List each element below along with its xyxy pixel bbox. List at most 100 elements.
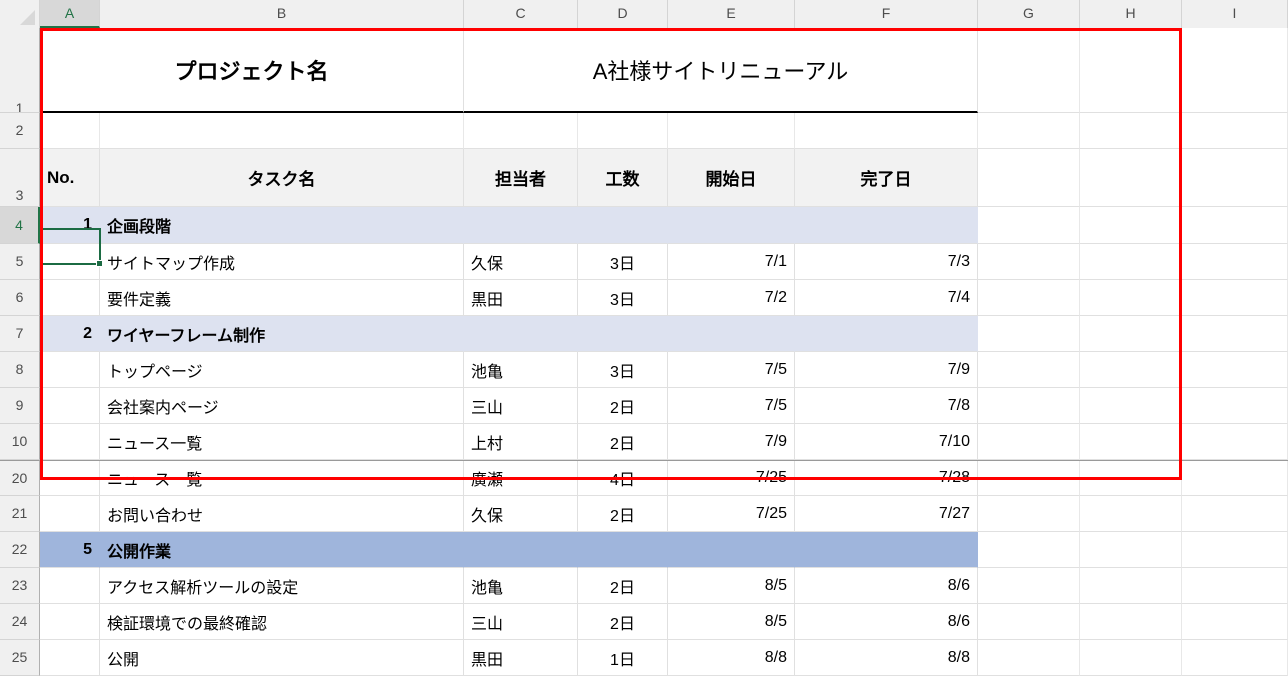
cell-start[interactable] — [668, 316, 795, 352]
cell-assignee[interactable]: 廣瀬 — [464, 461, 578, 496]
cell-task[interactable]: 検証環境での最終確認 — [100, 604, 464, 640]
table-header-end[interactable]: 完了日 — [795, 149, 978, 207]
cell-assignee[interactable]: 久保 — [464, 496, 578, 532]
cell-i3[interactable] — [1182, 149, 1288, 207]
column-header-c[interactable]: C — [464, 0, 578, 28]
cell-assignee[interactable]: 上村 — [464, 424, 578, 460]
cell-end[interactable]: 7/8 — [795, 388, 978, 424]
select-all-corner[interactable] — [0, 0, 40, 28]
cell-start[interactable] — [668, 207, 795, 244]
cell-end[interactable]: 8/8 — [795, 640, 978, 676]
cell-task[interactable]: ニュース一覧 — [100, 461, 464, 496]
row-header-8[interactable]: 8 — [0, 352, 40, 388]
cell-empty-g4[interactable] — [978, 207, 1080, 244]
cell-empty-i24[interactable] — [1182, 604, 1288, 640]
cell-empty-h20[interactable] — [1080, 461, 1182, 496]
cell-effort[interactable] — [578, 316, 668, 352]
cell-empty-i7[interactable] — [1182, 316, 1288, 352]
cell-end[interactable] — [795, 532, 978, 568]
cell-no[interactable] — [40, 388, 100, 424]
row-header-1[interactable]: 1 — [0, 28, 40, 113]
cell-assignee[interactable] — [464, 532, 578, 568]
cell-h1[interactable] — [1080, 28, 1182, 113]
row-header-4[interactable]: 4 — [0, 207, 40, 244]
row-header-21[interactable]: 21 — [0, 496, 40, 532]
column-header-g[interactable]: G — [978, 0, 1080, 28]
cell-no[interactable] — [40, 640, 100, 676]
cell-empty-g20[interactable] — [978, 461, 1080, 496]
table-header-no[interactable]: No. — [40, 149, 100, 207]
cell-assignee[interactable]: 黒田 — [464, 280, 578, 316]
cell-task[interactable]: 要件定義 — [100, 280, 464, 316]
cell-effort[interactable]: 2日 — [578, 424, 668, 460]
cell-empty-i9[interactable] — [1182, 388, 1288, 424]
cell-assignee[interactable]: 久保 — [464, 244, 578, 280]
cell-empty-g24[interactable] — [978, 604, 1080, 640]
cell-no[interactable] — [40, 568, 100, 604]
cell-a2[interactable] — [40, 113, 100, 149]
cell-empty-i4[interactable] — [1182, 207, 1288, 244]
cell-assignee[interactable]: 池亀 — [464, 568, 578, 604]
cell-task[interactable]: アクセス解析ツールの設定 — [100, 568, 464, 604]
cell-task[interactable]: お問い合わせ — [100, 496, 464, 532]
cell-assignee[interactable] — [464, 316, 578, 352]
cell-task[interactable]: ワイヤーフレーム制作 — [100, 316, 464, 352]
column-header-d[interactable]: D — [578, 0, 668, 28]
cell-effort[interactable]: 3日 — [578, 280, 668, 316]
cell-task[interactable]: 公開 — [100, 640, 464, 676]
cell-no[interactable] — [40, 496, 100, 532]
cell-empty-g21[interactable] — [978, 496, 1080, 532]
row-header-22[interactable]: 22 — [0, 532, 40, 568]
column-header-b[interactable]: B — [100, 0, 464, 28]
project-name-value[interactable]: A社様サイトリニューアル — [464, 28, 978, 113]
row-header-20[interactable]: 20 — [0, 460, 40, 496]
row-header-25[interactable]: 25 — [0, 640, 40, 676]
cell-task[interactable]: 会社案内ページ — [100, 388, 464, 424]
table-header-start[interactable]: 開始日 — [668, 149, 795, 207]
row-header-5[interactable]: 5 — [0, 244, 40, 280]
cell-e2[interactable] — [668, 113, 795, 149]
cell-start[interactable]: 7/9 — [668, 424, 795, 460]
column-header-f[interactable]: F — [795, 0, 978, 28]
cell-empty-i20[interactable] — [1182, 461, 1288, 496]
cell-start[interactable]: 7/5 — [668, 388, 795, 424]
cell-empty-h7[interactable] — [1080, 316, 1182, 352]
cell-empty-g25[interactable] — [978, 640, 1080, 676]
cell-end[interactable]: 8/6 — [795, 568, 978, 604]
spreadsheet-grid[interactable]: A B C D E F G H I 1 2 3 4 5 6 7 8 9 10 2… — [0, 0, 1288, 694]
cell-effort[interactable]: 3日 — [578, 352, 668, 388]
cell-effort[interactable]: 2日 — [578, 388, 668, 424]
cell-assignee[interactable]: 三山 — [464, 604, 578, 640]
cell-h3[interactable] — [1080, 149, 1182, 207]
cell-empty-h21[interactable] — [1080, 496, 1182, 532]
cell-empty-h6[interactable] — [1080, 280, 1182, 316]
row-header-2[interactable]: 2 — [0, 113, 40, 149]
cell-i2[interactable] — [1182, 113, 1288, 149]
cell-empty-i25[interactable] — [1182, 640, 1288, 676]
row-header-10[interactable]: 10 — [0, 424, 40, 460]
cell-assignee[interactable]: 黒田 — [464, 640, 578, 676]
cell-empty-i22[interactable] — [1182, 532, 1288, 568]
cell-empty-g9[interactable] — [978, 388, 1080, 424]
cell-no[interactable] — [40, 244, 100, 280]
cell-no[interactable]: 2 — [40, 316, 100, 352]
cell-task[interactable]: 企画段階 — [100, 207, 464, 244]
cell-no[interactable] — [40, 280, 100, 316]
column-header-h[interactable]: H — [1080, 0, 1182, 28]
cell-empty-i23[interactable] — [1182, 568, 1288, 604]
cell-empty-h9[interactable] — [1080, 388, 1182, 424]
table-header-assignee[interactable]: 担当者 — [464, 149, 578, 207]
cell-end[interactable]: 7/10 — [795, 424, 978, 460]
cell-task[interactable]: 公開作業 — [100, 532, 464, 568]
cell-effort[interactable]: 2日 — [578, 496, 668, 532]
cell-empty-h24[interactable] — [1080, 604, 1182, 640]
cell-no[interactable]: 1 — [40, 207, 100, 244]
cell-effort[interactable]: 1日 — [578, 640, 668, 676]
cell-task[interactable]: サイトマップ作成 — [100, 244, 464, 280]
cell-empty-h22[interactable] — [1080, 532, 1182, 568]
cell-start[interactable]: 8/5 — [668, 568, 795, 604]
cell-start[interactable]: 7/1 — [668, 244, 795, 280]
cell-start[interactable]: 7/25 — [668, 461, 795, 496]
row-header-7[interactable]: 7 — [0, 316, 40, 352]
cell-g1[interactable] — [978, 28, 1080, 113]
